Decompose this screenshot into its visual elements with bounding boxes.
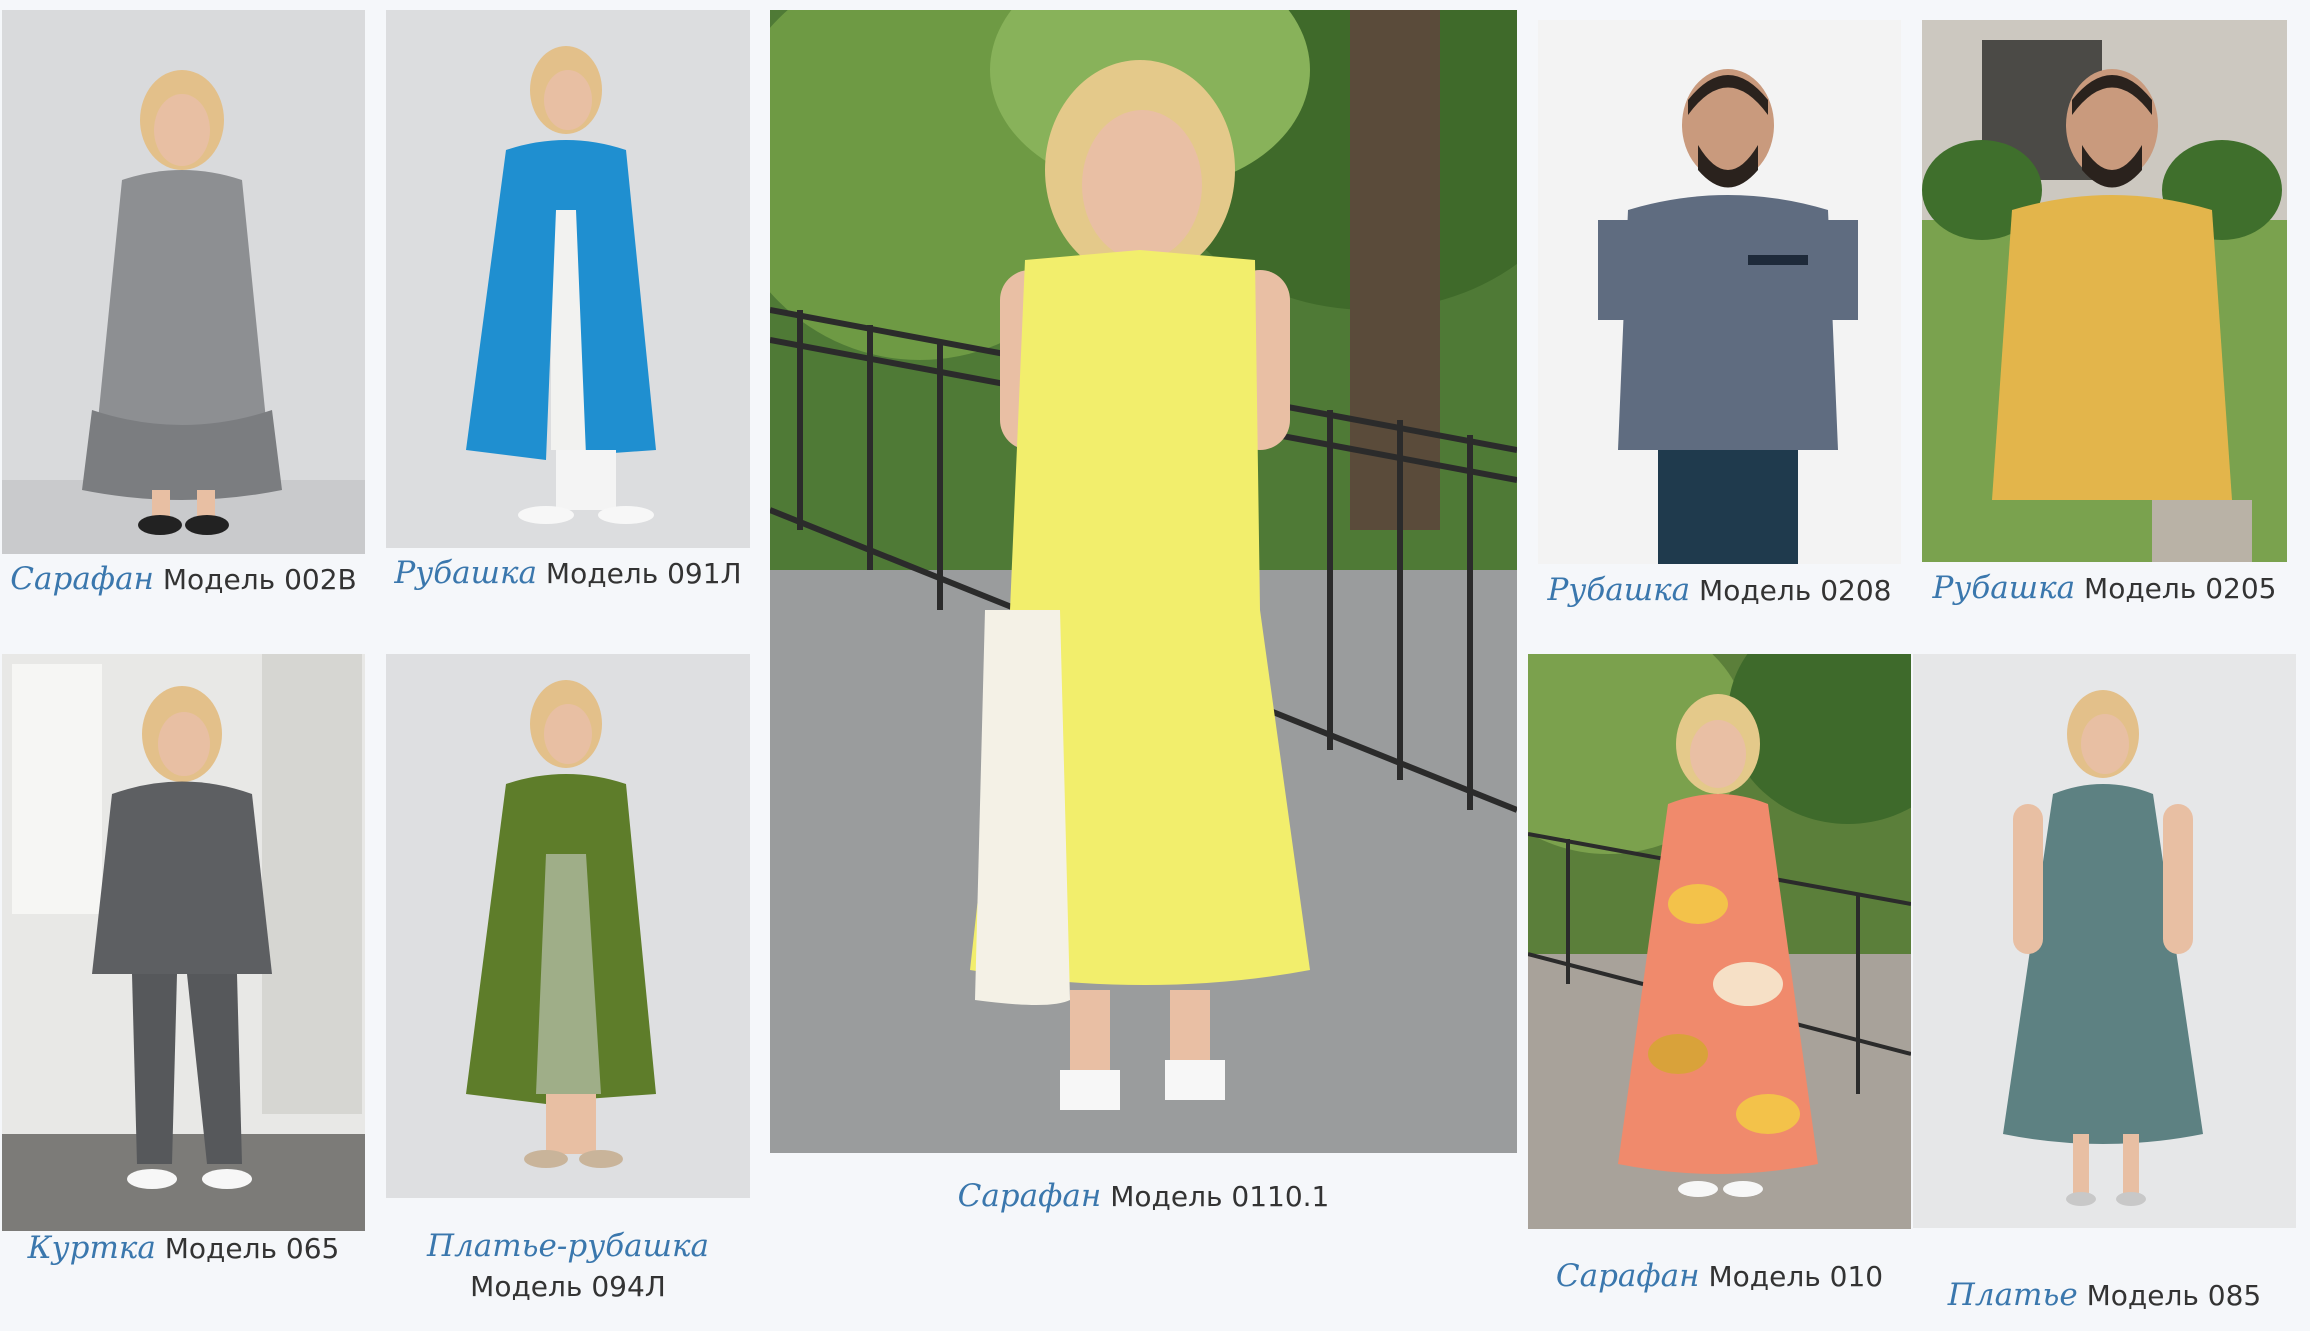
product-caption-platie-085: Платье Модель 085 [1913, 1275, 2296, 1316]
product-model-label: Модель 0205 [2084, 572, 2277, 605]
photo-woman-teal-wrap-dress [1913, 654, 2296, 1228]
product-photo-platie-085[interactable] [1913, 654, 2296, 1228]
product-caption-rubashka-091l: Рубашка Модель 091Л [386, 553, 750, 594]
product-type-link[interactable]: Рубашка [1933, 570, 2076, 606]
product-type-link[interactable]: Рубашка [394, 555, 537, 591]
product-type-link[interactable]: Платье-рубашка [427, 1228, 709, 1264]
product-type-link[interactable]: Сарафан [1556, 1258, 1700, 1294]
product-model-label: Модель 002В [162, 563, 357, 596]
product-photo-rubashka-0205[interactable] [1922, 20, 2287, 562]
photo-woman-gray-tracksuit [2, 654, 365, 1231]
product-type-link[interactable]: Сарафан [10, 561, 154, 597]
product-photo-kurtka-065[interactable] [2, 654, 365, 1231]
product-caption-sarafan-010: Сарафан Модель 010 [1528, 1256, 1911, 1297]
photo-man-yellow-shirt [1922, 20, 2287, 562]
product-model-label: Модель 010 [1708, 1260, 1884, 1293]
product-photo-sarafan-002v[interactable] [2, 10, 365, 554]
photo-woman-floral-sundress [1528, 654, 1911, 1229]
product-model-label: Модель 065 [164, 1232, 340, 1265]
product-photo-rubashka-0208[interactable] [1538, 20, 1901, 564]
product-photo-sarafan-0110-1[interactable] [770, 10, 1517, 1153]
product-model-label: Модель 0110.1 [1110, 1180, 1330, 1213]
product-caption-rubashka-0208: Рубашка Модель 0208 [1538, 570, 1901, 611]
product-caption-platie-rubashka-094l: Платье-рубашка Модель 094Л [386, 1226, 750, 1307]
photo-woman-yellow-sundress [770, 10, 1517, 1153]
photo-man-gray-shirt [1538, 20, 1901, 564]
product-model-label: Модель 085 [2086, 1279, 2262, 1312]
product-type-link[interactable]: Платье [1948, 1277, 2078, 1313]
product-photo-platie-rubashka-094l[interactable] [386, 654, 750, 1198]
product-caption-sarafan-002v: Сарафан Модель 002В [2, 559, 365, 600]
photo-woman-blue-shirt [386, 10, 750, 548]
product-type-link[interactable]: Рубашка [1548, 572, 1691, 608]
product-type-link[interactable]: Куртка [28, 1230, 156, 1266]
product-model-label: Модель 091Л [545, 557, 742, 590]
product-type-link[interactable]: Сарафан [958, 1178, 1102, 1214]
product-caption-kurtka-065: Куртка Модель 065 [2, 1228, 365, 1269]
product-model-label: Модель 0208 [1699, 574, 1892, 607]
product-caption-rubashka-0205: Рубашка Модель 0205 [1922, 568, 2287, 609]
photo-woman-gray-dress [2, 10, 365, 554]
product-photo-rubashka-091l[interactable] [386, 10, 750, 548]
product-photo-sarafan-010[interactable] [1528, 654, 1911, 1229]
product-caption-sarafan-0110-1: Сарафан Модель 0110.1 [770, 1176, 1517, 1217]
photo-woman-green-coat [386, 654, 750, 1198]
product-model-label: Модель 094Л [470, 1270, 666, 1303]
